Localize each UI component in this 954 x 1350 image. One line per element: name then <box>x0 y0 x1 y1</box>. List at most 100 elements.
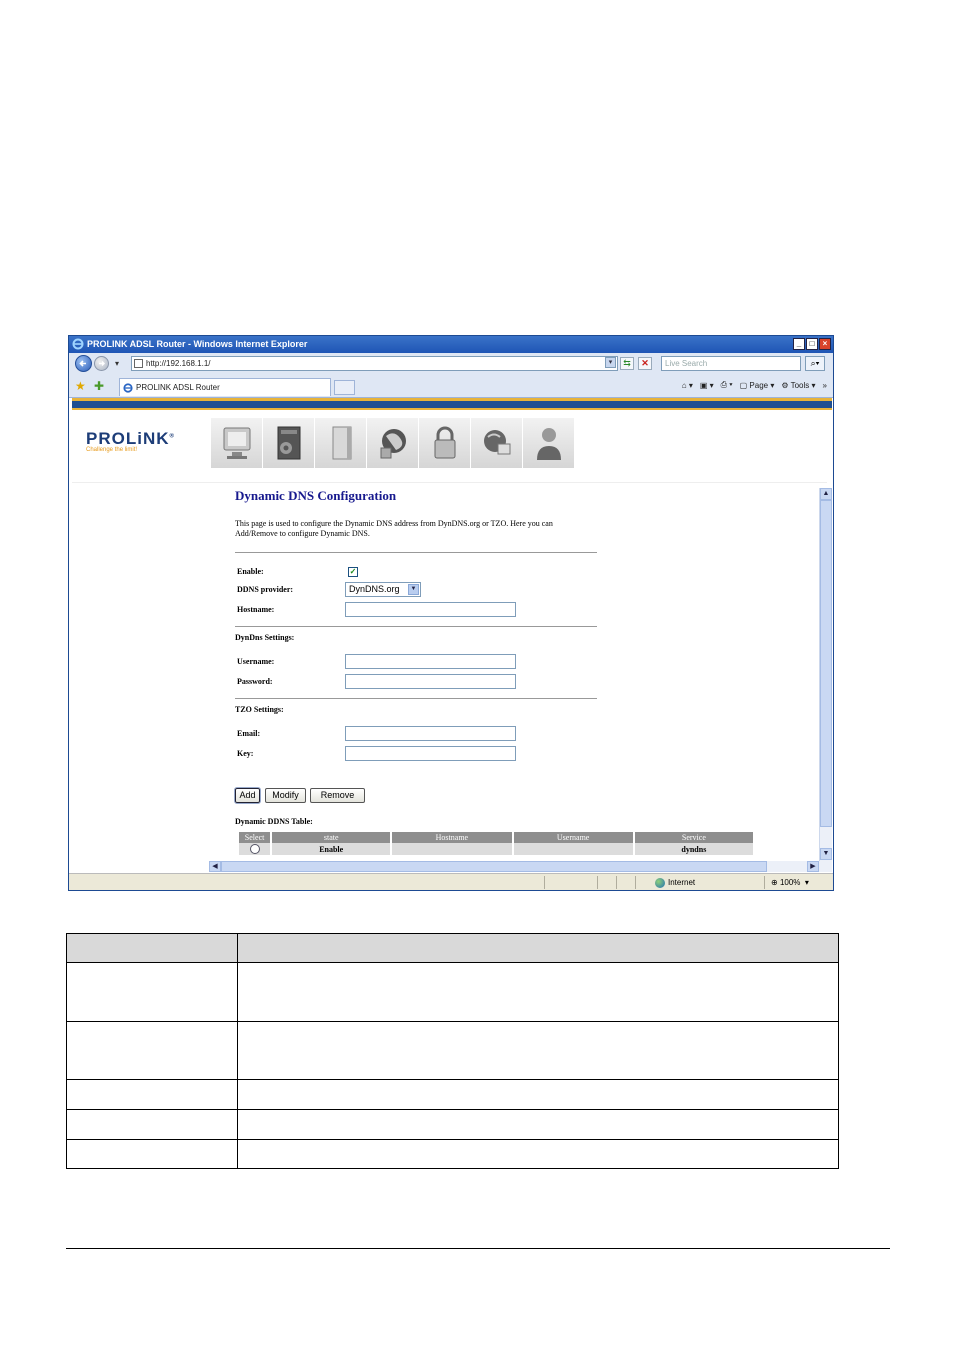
table-row <box>66 1139 839 1169</box>
ie-icon <box>123 383 133 393</box>
key-input[interactable] <box>345 746 516 761</box>
horizontal-scrollbar[interactable]: ◀ ▶ <box>209 861 832 872</box>
col-hostname: Hostname <box>392 832 512 843</box>
tab-prolink[interactable]: PROLINK ADSL Router <box>119 378 331 396</box>
ddns-table-title: Dynamic DDNS Table: <box>235 817 313 826</box>
tools-menu[interactable]: ⚙ Tools ▾ <box>781 381 815 390</box>
scroll-left-icon[interactable]: ◀ <box>209 861 221 872</box>
nav-admin-icon[interactable] <box>523 418 575 468</box>
stop-icon[interactable]: ✕ <box>638 357 652 370</box>
print-icon[interactable]: ⎙ ▾ <box>721 380 733 390</box>
url-input[interactable]: http://192.168.1.1/ <box>131 356 618 371</box>
table-row <box>66 1109 839 1140</box>
table-cell <box>66 933 238 963</box>
table-header-row <box>66 933 839 963</box>
home-icon[interactable]: ⌂ ▾ <box>682 381 693 390</box>
zoom-icon: ⊕ <box>771 878 780 887</box>
field-description-table <box>66 933 839 1169</box>
nav-setup-icon[interactable] <box>263 418 315 468</box>
email-input[interactable] <box>345 726 516 741</box>
status-divider <box>635 876 636 889</box>
tab-title: PROLINK ADSL Router <box>136 383 220 392</box>
section-divider <box>235 698 597 699</box>
password-label: Password: <box>237 677 273 686</box>
title-bar: PROLINK ADSL Router - Windows Internet E… <box>69 336 833 353</box>
chevron-down-icon: ▾ <box>800 878 809 887</box>
enable-checkbox[interactable]: ✓ <box>348 567 358 577</box>
ddns-provider-select[interactable]: DynDNS.org ▼ <box>345 582 421 597</box>
table-cell <box>237 1021 839 1080</box>
col-username: Username <box>513 832 633 843</box>
back-button[interactable] <box>75 355 92 372</box>
section-divider <box>235 626 597 627</box>
table-cell <box>66 962 238 1022</box>
feeds-icon[interactable]: ▣ ▾ <box>700 381 714 390</box>
maximize-button[interactable]: □ <box>806 338 818 350</box>
nav-status-icon[interactable] <box>211 418 263 468</box>
table-cell <box>66 1021 238 1080</box>
new-tab-button[interactable] <box>334 380 355 395</box>
url-dropdown-button[interactable]: ▾ <box>605 357 616 368</box>
nav-device-icon[interactable] <box>315 418 367 468</box>
hostname-label: Hostname: <box>237 605 275 614</box>
status-bar: Internet ⊕ 100% ▾ <box>69 873 833 890</box>
horizontal-scroll-thumb[interactable] <box>221 861 767 872</box>
table-cell <box>66 1139 238 1169</box>
vertical-scroll-thumb[interactable] <box>820 500 832 827</box>
ddns-config-page: Dynamic DNS Configuration This page is u… <box>234 488 755 860</box>
command-bar: ⌂ ▾ ▣ ▾ ⎙ ▾ ▢ Page ▾ ⚙ Tools ▾ » <box>682 380 827 390</box>
hostname-input[interactable] <box>345 602 516 617</box>
nav-network-icon[interactable] <box>367 418 419 468</box>
password-input[interactable] <box>345 674 516 689</box>
row-select-radio[interactable] <box>249 844 260 855</box>
table-cell <box>237 1079 839 1110</box>
page-menu[interactable]: ▢ Page ▾ <box>740 381 775 390</box>
browser-window: PROLINK ADSL Router - Windows Internet E… <box>68 335 834 891</box>
nav-security-icon[interactable] <box>419 418 471 468</box>
section-divider <box>235 552 597 553</box>
modify-button[interactable]: Modify <box>265 788 306 803</box>
table-row <box>66 1079 839 1110</box>
status-divider <box>597 876 598 889</box>
close-button[interactable]: × <box>819 338 831 350</box>
username-input[interactable] <box>345 654 516 669</box>
favorites-star-icon[interactable]: ★ <box>75 379 86 393</box>
table-cell <box>237 933 839 963</box>
scroll-up-icon[interactable]: ▲ <box>820 488 832 500</box>
globe-icon <box>655 877 665 888</box>
security-zone: Internet <box>655 874 696 890</box>
window-title: PROLINK ADSL Router - Windows Internet E… <box>87 339 308 349</box>
minimize-button[interactable]: _ <box>793 338 805 350</box>
search-input[interactable]: Live Search <box>661 356 801 371</box>
forward-button[interactable] <box>94 356 109 371</box>
email-label: Email: <box>237 729 261 738</box>
brand-name: PROLiNK <box>86 429 170 448</box>
key-label: Key: <box>237 749 254 758</box>
nav-diagnostic-icon[interactable] <box>471 418 523 468</box>
add-favorites-icon[interactable]: ✚ <box>94 379 104 393</box>
more-chevron-icon[interactable]: » <box>823 381 827 390</box>
zoom-control[interactable]: ⊕ 100% ▾ <box>771 874 809 890</box>
table-cell <box>66 1079 238 1110</box>
row-service: dyndns <box>634 843 753 855</box>
remove-button[interactable]: Remove <box>310 788 365 803</box>
zone-label: Internet <box>668 878 696 887</box>
refresh-icon[interactable]: ⇆ <box>620 357 634 370</box>
search-button[interactable]: ⌕▾ <box>805 356 825 371</box>
main-nav <box>211 418 575 468</box>
history-dropdown-icon[interactable]: ▾ <box>115 359 119 368</box>
add-button[interactable]: Add <box>234 787 261 804</box>
enable-label: Enable: <box>237 567 264 576</box>
forward-arrow-icon <box>99 361 105 366</box>
username-label: Username: <box>237 657 275 666</box>
scroll-down-icon[interactable]: ▼ <box>820 848 832 860</box>
header-stripe <box>72 398 832 413</box>
vertical-scrollbar[interactable]: ▲ ▼ <box>819 488 832 861</box>
status-divider <box>616 876 617 889</box>
table-row <box>66 962 839 1022</box>
footer-rule <box>66 1248 890 1249</box>
address-bar-row: ▾ http://192.168.1.1/ ▾ ⇆ ✕ Live Search … <box>69 353 833 375</box>
table-row <box>66 1021 839 1080</box>
tab-bar: ★ ✚ PROLINK ADSL Router ⌂ ▾ ▣ ▾ ⎙ ▾ ▢ Pa… <box>69 375 833 398</box>
scroll-right-icon[interactable]: ▶ <box>807 861 819 872</box>
